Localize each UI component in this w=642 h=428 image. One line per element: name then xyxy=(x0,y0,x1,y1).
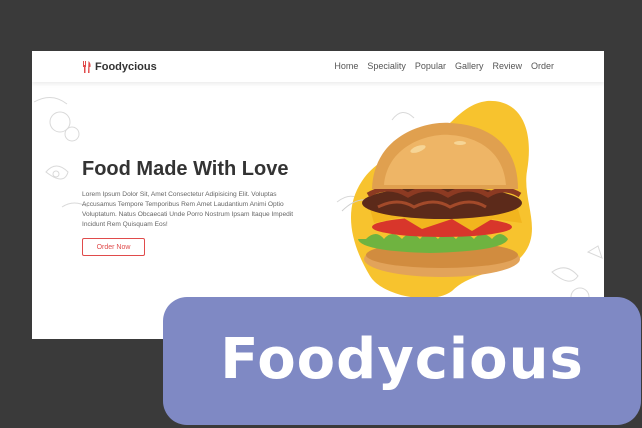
nav-home[interactable]: Home xyxy=(334,61,358,71)
hero-description: Lorem Ipsum Dolor Sit, Amet Consectetur … xyxy=(82,191,294,228)
brand-name: Foodycious xyxy=(95,61,157,73)
nav-gallery[interactable]: Gallery xyxy=(455,61,484,71)
brand-logo[interactable]: Foodycious xyxy=(82,60,157,74)
banner-title: Foodycious xyxy=(220,326,584,392)
website-preview: Foodycious Home Speciality Popular Galle… xyxy=(32,51,604,339)
fork-knife-icon xyxy=(83,61,91,73)
order-now-button[interactable]: Order Now xyxy=(82,238,145,256)
nav-popular[interactable]: Popular xyxy=(415,61,446,71)
burger-icon xyxy=(341,100,532,299)
nav-menu: Home Speciality Popular Gallery Review O… xyxy=(334,61,554,71)
nav-order[interactable]: Order xyxy=(531,61,554,71)
top-navbar: Foodycious Home Speciality Popular Galle… xyxy=(32,51,604,82)
hero-title: Food Made With Love xyxy=(82,158,289,180)
nav-speciality[interactable]: Speciality xyxy=(367,61,406,71)
nav-review[interactable]: Review xyxy=(492,61,522,71)
title-banner: Foodycious xyxy=(163,297,641,425)
